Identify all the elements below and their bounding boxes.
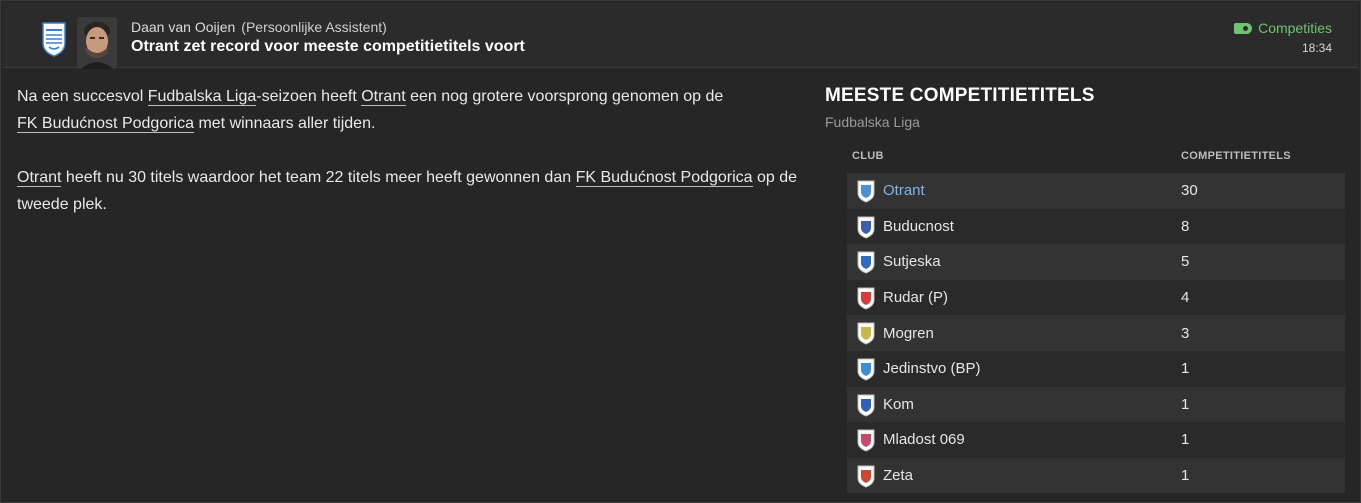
otrant-crest-icon[interactable] [41,21,67,57]
club-crest-icon[interactable] [855,357,877,381]
tag-icon [1234,22,1253,34]
sender-name[interactable]: Daan van Ooijen [131,19,235,35]
club-link-buducnost[interactable]: FK Budućnost Podgorica [575,169,753,187]
table-row[interactable]: Jedinstvo (BP) 1 [847,350,1345,387]
club-name[interactable]: Jedinstvo (BP) [883,360,981,377]
category-link[interactable]: Competities [1234,20,1332,36]
titles-count: 1 [1181,395,1190,413]
club-name[interactable]: Rudar (P) [883,289,948,306]
titles-count: 4 [1181,289,1190,307]
body-text: heeft nu 30 titels waardoor het team 22 … [61,169,576,186]
column-header-titles[interactable]: COMPETITIETITELS [1181,150,1291,162]
body-paragraph: Na een succesvol Fudbalska Liga-seizoen … [17,83,807,137]
category-label: Competities [1258,20,1332,36]
club-name[interactable]: Mogren [883,325,934,342]
titles-count: 8 [1181,217,1190,235]
club-name[interactable]: Zeta [883,467,913,484]
column-header-club[interactable]: CLUB [852,150,884,162]
titles-count: 30 [1181,182,1198,200]
panel-title: MEESTE COMPETITIETITELS [825,85,1095,106]
titles-count: 1 [1181,431,1190,449]
table-row[interactable]: Sutjeska 5 [847,244,1345,280]
message-time: 18:34 [1301,41,1332,55]
titles-count: 1 [1181,360,1190,378]
message-header: Daan van Ooijen (Persoonlijke Assistent) … [3,3,1358,69]
club-crest-icon[interactable] [855,215,877,239]
club-crest-icon[interactable] [855,464,877,488]
sender-line: Daan van Ooijen (Persoonlijke Assistent) [131,19,387,35]
club-name[interactable]: Kom [883,396,914,413]
panel-subtitle: Fudbalska Liga [825,114,920,130]
club-name[interactable]: Sutjeska [883,253,941,270]
titles-count: 1 [1181,467,1190,485]
titles-count: 3 [1181,324,1190,342]
club-crest-icon[interactable] [855,179,877,203]
table-row[interactable]: Mogren 3 [847,315,1345,351]
table-row[interactable]: Rudar (P) 4 [847,279,1345,316]
club-link-buducnost[interactable]: FK Budućnost Podgorica [17,115,194,133]
body-text: Na een succesvol [17,88,148,105]
titles-count: 5 [1181,253,1190,271]
body-text: een nog grotere voorsprong genomen op de [405,88,724,105]
club-crest-icon[interactable] [855,393,877,417]
club-name[interactable]: Buducnost [883,218,954,235]
message-body: Na een succesvol Fudbalska Liga-seizoen … [17,83,807,245]
table-row[interactable]: Mladost 069 1 [847,422,1345,458]
club-crest-icon[interactable] [855,321,877,345]
club-link-otrant[interactable]: Otrant [17,169,62,187]
club-link-otrant[interactable]: Otrant [361,88,406,106]
body-paragraph: Otrant heeft nu 30 titels waardoor het t… [17,164,807,218]
table-row[interactable]: Otrant 30 [847,173,1345,209]
club-name[interactable]: Otrant [883,182,925,199]
club-name[interactable]: Mladost 069 [883,431,965,448]
news-item-window: Daan van Ooijen (Persoonlijke Assistent) … [0,0,1361,503]
table-row[interactable]: Zeta 1 [847,457,1345,494]
table-row[interactable]: Buducnost 8 [847,208,1345,245]
table-row[interactable]: Kom 1 [847,386,1345,423]
body-text: -seizoen heeft [256,88,362,105]
titles-table: Otrant 30 Buducnost 8 Sutjeska 5 Rudar (P) 4 Mog… [847,173,1345,494]
sender-role: (Persoonlijke Assistent) [241,19,387,35]
body-text: met winnaars aller tijden. [194,115,376,132]
club-crest-icon[interactable] [855,250,877,274]
assistant-avatar[interactable] [77,17,117,69]
competition-link[interactable]: Fudbalska Liga [147,88,257,106]
club-crest-icon[interactable] [855,428,877,452]
club-crest-icon[interactable] [855,286,877,310]
message-subject: Otrant zet record voor meeste competitie… [131,38,525,55]
